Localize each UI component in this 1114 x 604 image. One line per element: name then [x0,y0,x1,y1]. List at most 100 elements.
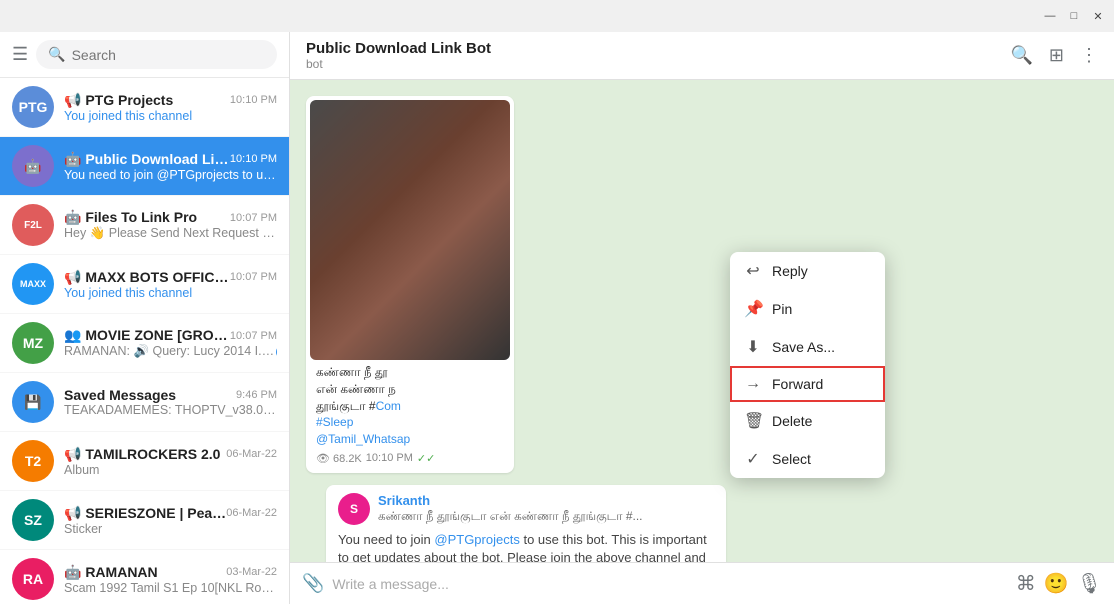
minimize-button[interactable]: — [1042,8,1058,24]
pin-icon: 📌 [744,299,762,319]
avatar: PTG [12,86,54,128]
chat-list: PTG 📢 PTG Projects 10:10 PM You joined t… [0,78,289,604]
context-menu-select-label: Select [772,451,811,467]
mic-icon[interactable]: 🎙 [1077,571,1102,596]
chat-panel: Public Download Link Bot bot 🔍 ⊞ ⋮ கண்ணா… [290,32,1114,604]
chat-item-raman[interactable]: RA 🤖 RAMANAN 03-Mar-22 Scam 1992 Tamil S… [0,550,289,604]
chat-item-tamil[interactable]: T2 📢 TAMILROCKERS 2.0 06-Mar-22 Album [0,432,289,491]
chat-info: 👥 MOVIE ZONE [GROUP] 10:07 PM RAMANAN: 🔊… [64,327,277,359]
chat-info: 🤖 Files To Link Pro 10:07 PM Hey 👋 Pleas… [64,209,277,241]
message-input[interactable] [332,576,1007,592]
chat-info: 🤖 Public Download Link Bot 10:10 PM You … [64,151,277,182]
chat-preview: Hey 👋 Please Send Next Request after (..… [64,226,277,241]
chat-preview: Sticker [64,522,277,536]
chat-item-ptg[interactable]: PTG 📢 PTG Projects 10:10 PM You joined t… [0,78,289,137]
context-menu-forward-label: Forward [772,376,823,392]
sidebar-header: ☰ 🔍 [0,32,289,78]
chat-preview: RAMANAN: 🔊 Query: Lucy 2014 I... 304 [64,344,277,359]
chat-time: 06-Mar-22 [226,507,277,519]
chat-item-pdlbot[interactable]: 🤖 🤖 Public Download Link Bot 10:10 PM Yo… [0,137,289,196]
chat-time: 06-Mar-22 [226,448,277,460]
chat-info: 📢 TAMILROCKERS 2.0 06-Mar-22 Album [64,446,277,477]
avatar: SZ [12,499,54,541]
chat-time: 03-Mar-22 [226,566,277,578]
chat-item-mzone[interactable]: MZ 👥 MOVIE ZONE [GROUP] 10:07 PM RAMANAN… [0,314,289,373]
avatar: MAXX [12,263,54,305]
search-icon[interactable]: 🔍 [1010,45,1032,66]
message-image [310,100,510,360]
message-group-1: கண்ணா நீ தூஎன் கண்ணா நதூங்குடா #Com#Slee… [306,96,1098,473]
avatar: F2L [12,204,54,246]
chat-preview: Album [64,463,277,477]
emoji-icon[interactable]: 🙂 [1044,571,1069,596]
select-icon: ✓ [744,449,762,469]
chat-item-f2l[interactable]: F2L 🤖 Files To Link Pro 10:07 PM Hey 👋 P… [0,196,289,255]
close-button[interactable]: ✕ [1090,8,1106,24]
chat-info: 🤖 RAMANAN 03-Mar-22 Scam 1992 Tamil S1 E… [64,564,277,595]
chat-info: 📢 SERIESZONE | Peaky ... 06-Mar-22 Stick… [64,505,277,536]
messages-area: கண்ணா நீ தூஎன் கண்ணா நதூங்குடா #Com#Slee… [290,80,1114,562]
chat-name: 🤖 RAMANAN [64,564,158,581]
bot-command-icon[interactable]: ⌘ [1016,571,1036,596]
context-menu-reply[interactable]: ↩ Reply [730,252,885,290]
main-layout: ☰ 🔍 PTG 📢 PTG Projects 10:10 PM You join… [0,32,1114,604]
avatar: 💾 [12,381,54,423]
context-menu: ↩ Reply 📌 Pin ⬇ Save As... → Forward 🗑 D… [730,252,885,478]
chat-header-name: Public Download Link Bot [306,40,1000,57]
chat-name: 📢 PTG Projects [64,92,173,109]
sidebar: ☰ 🔍 PTG 📢 PTG Projects 10:10 PM You join… [0,32,290,604]
hamburger-menu[interactable]: ☰ [12,44,28,65]
input-bar: 📎 ⌘ 🙂 🎙 [290,562,1114,604]
columns-icon[interactable]: ⊞ [1049,45,1064,66]
chat-time: 10:07 PM [230,271,277,283]
chat-preview: TEAKADAMEMES: THOPTV_v38.0.apk [64,403,277,417]
chat-name: 🤖 Public Download Link Bot [64,151,230,168]
chat-info: Saved Messages 9:46 PM TEAKADAMEMES: THO… [64,387,277,417]
chat-name: 📢 SERIESZONE | Peaky ... [64,505,226,522]
fwd-sender: Srikanth [378,493,643,508]
attach-icon[interactable]: 📎 [302,573,324,594]
message-text-1: கண்ணா நீ தூஎன் கண்ணா நதூங்குடா #Com#Slee… [310,360,510,450]
forward-avatar: S [338,493,370,525]
context-menu-save-as-label: Save As... [772,339,835,355]
chat-time: 10:10 PM [230,94,277,106]
more-icon[interactable]: ⋮ [1080,45,1098,66]
chat-preview: You joined this channel [64,109,277,123]
message-text-2: You need to join @PTGprojects to use thi… [338,531,714,562]
chat-item-saved[interactable]: 💾 Saved Messages 9:46 PM TEAKADAMEMES: T… [0,373,289,432]
chat-preview: You need to join @PTGprojects to use thi… [64,168,277,182]
chat-time: 10:10 PM [230,153,277,165]
forwarded-header: S Srikanth கண்ணா நீ தூங்குடா என் கண்ணா ந… [338,493,714,525]
reply-icon: ↩ [744,261,762,281]
context-menu-save-as[interactable]: ⬇ Save As... [730,328,885,366]
fwd-preview: கண்ணா நீ தூங்குடா என் கண்ணா நீ தூங்குடா … [378,508,643,525]
delete-icon: 🗑 [744,411,762,431]
avatar: MZ [12,322,54,364]
chat-name: 📢 MAXX BOTS OFFICIAL ™ [64,269,230,286]
search-input[interactable] [72,47,265,63]
chat-preview: Scam 1992 Tamil S1 Ep 10[NKL Rockers... [64,581,277,595]
message-time-1: 10:10 PM [366,452,413,464]
maximize-button[interactable]: □ [1066,8,1082,24]
context-menu-delete[interactable]: 🗑 Delete [730,402,885,440]
chat-time: 10:07 PM [230,330,277,342]
search-icon: 🔍 [48,46,65,63]
chat-preview: You joined this channel [64,286,277,300]
search-wrap: 🔍 [36,40,277,69]
avatar: 🤖 [12,145,54,187]
message-bubble-2: S Srikanth கண்ணா நீ தூங்குடா என் கண்ணா ந… [326,485,726,562]
context-menu-forward[interactable]: → Forward [730,366,885,402]
context-menu-pin[interactable]: 📌 Pin [730,290,885,328]
context-menu-reply-label: Reply [772,263,808,279]
avatar: RA [12,558,54,600]
avatar: T2 [12,440,54,482]
chat-header: Public Download Link Bot bot 🔍 ⊞ ⋮ [290,32,1114,80]
chat-info: 📢 PTG Projects 10:10 PM You joined this … [64,92,277,123]
context-menu-select[interactable]: ✓ Select [730,440,885,478]
context-menu-delete-label: Delete [772,413,812,429]
chat-header-actions: 🔍 ⊞ ⋮ [1010,45,1098,66]
chat-info: 📢 MAXX BOTS OFFICIAL ™ 10:07 PM You join… [64,269,277,300]
chat-item-maxx[interactable]: MAXX 📢 MAXX BOTS OFFICIAL ™ 10:07 PM You… [0,255,289,314]
titlebar: — □ ✕ [0,0,1114,32]
chat-item-series[interactable]: SZ 📢 SERIESZONE | Peaky ... 06-Mar-22 St… [0,491,289,550]
